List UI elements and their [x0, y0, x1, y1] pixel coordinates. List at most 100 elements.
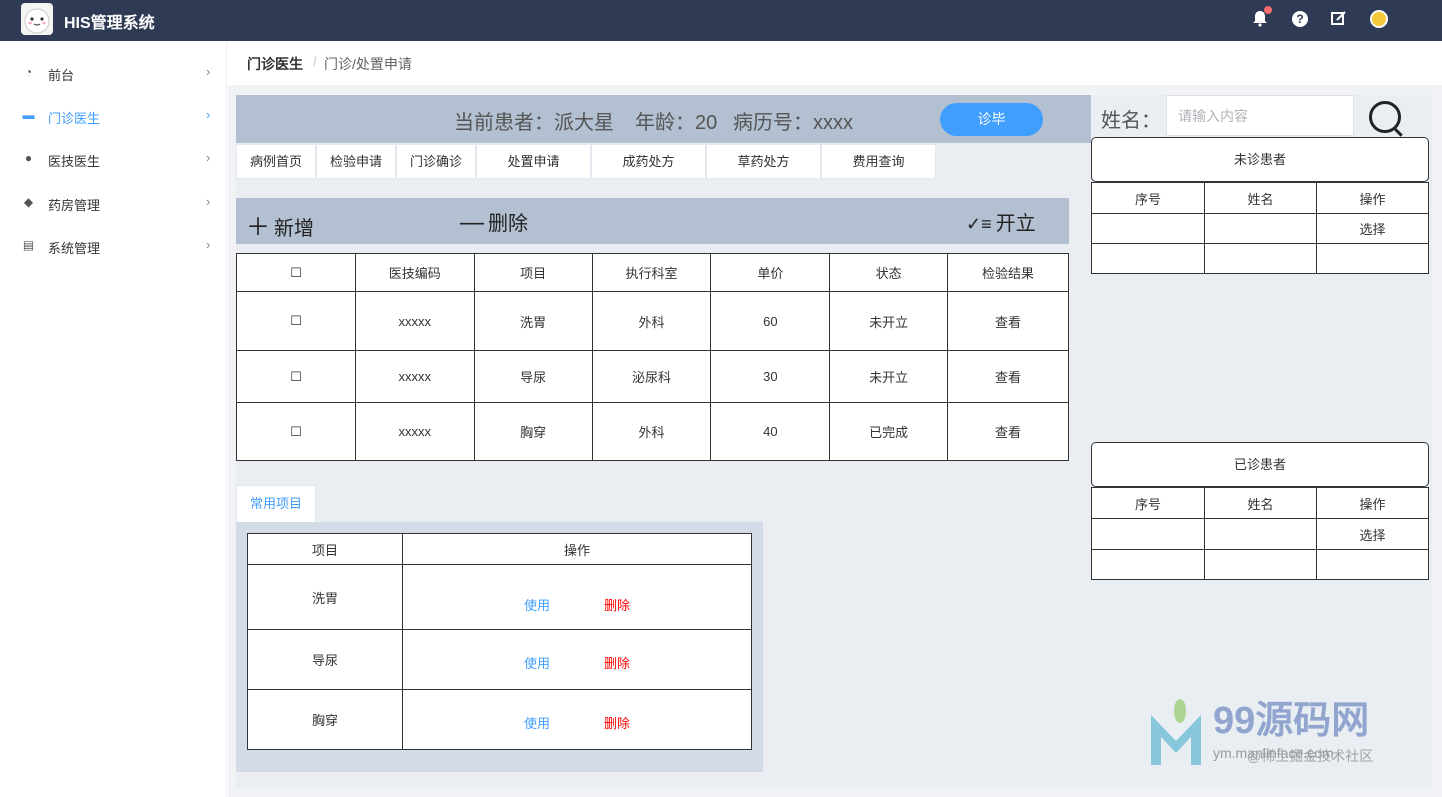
row-checkbox[interactable]: ☐: [236, 350, 356, 403]
select-link[interactable]: 选择: [1316, 213, 1429, 244]
row-checkbox[interactable]: ☐: [236, 291, 356, 351]
sidebar-item-tech-doctor[interactable]: ● 医技医生 ›: [0, 139, 227, 179]
sidebar-item-label: 前台: [48, 68, 75, 83]
table-row: ☐ xxxxx 洗胃 外科 60 未开立 查看: [236, 291, 1069, 351]
remove-link[interactable]: 删除: [604, 656, 630, 671]
table-row: [1091, 243, 1429, 274]
cell-code: xxxxx: [354, 402, 475, 461]
cell-code: xxxxx: [354, 350, 475, 403]
cell-dept: 外科: [591, 291, 712, 351]
use-link[interactable]: 使用: [524, 598, 550, 613]
table-header-row: 项目 操作: [247, 533, 752, 565]
patient-bar: 当前患者：派大星 年龄：20 病历号：xxxx 诊毕: [236, 95, 1091, 143]
search-icon[interactable]: [1369, 101, 1401, 133]
remove-link[interactable]: 删除: [604, 716, 630, 731]
patient-search-panel: 姓名： 未诊患者 序号 姓名 操作 选择 已诊患者 序号: [1091, 95, 1432, 787]
table-row: 导尿 使用 删除: [247, 629, 752, 690]
sidebar-item-outpatient-doctor[interactable]: ▬ 门诊医生 ›: [0, 96, 227, 136]
cell-no: [1091, 243, 1205, 274]
sidebar-item-system[interactable]: ▤ 系统管理 ›: [0, 226, 227, 266]
exam-table: ☐ 医技编码 项目 执行科室 单价 状态 检验结果 ☐ xxxxx 洗胃 外科 …: [236, 253, 1069, 461]
watermark-logo-icon: [1151, 699, 1201, 765]
sidebar-item-pharmacy[interactable]: ◆ 药房管理 ›: [0, 183, 227, 223]
remove-link[interactable]: 删除: [604, 598, 630, 613]
table-header-row: ☐ 医技编码 项目 执行科室 单价 状态 检验结果: [236, 253, 1069, 292]
column-header: 项目: [247, 533, 403, 565]
watermark-brand: 99源码网: [1213, 700, 1370, 742]
name-search-label: 姓名：: [1101, 110, 1161, 132]
delete-button[interactable]: — 删除: [460, 207, 528, 237]
patient-name: 当前患者：派大星: [454, 112, 614, 134]
cell-actions: 使用 删除: [402, 564, 752, 630]
breadcrumb-current: 门诊/处置申请: [324, 56, 412, 72]
plus-icon: ＋: [246, 214, 270, 241]
tab-herbal-prescription[interactable]: 草药处方: [706, 144, 821, 179]
common-items-table: 项目 操作 洗胃 使用 删除 导尿 使用 删除 胸穿 使用 删除: [247, 533, 752, 750]
action-toolbar: ＋新增 — 删除 ✓≡ 开立: [236, 198, 1069, 244]
sidebar-item-label: 药房管理: [48, 198, 101, 213]
edit-icon[interactable]: [1330, 10, 1348, 28]
patient-record-no: 病历号：xxxx: [733, 112, 853, 134]
minus-icon: —: [460, 209, 484, 236]
breadcrumb-separator: /: [313, 54, 317, 69]
cell-price: 40: [710, 402, 831, 461]
table-row: [1091, 549, 1429, 580]
cell-status: 未开立: [829, 291, 949, 351]
use-link[interactable]: 使用: [524, 716, 550, 731]
cell-item: 胸穿: [247, 689, 403, 750]
cell-actions: 使用 删除: [402, 689, 752, 750]
sidebar-item-front-desk[interactable]: ◔ 前台 ›: [0, 53, 227, 93]
done-patients-table: 序号 姓名 操作 选择: [1091, 487, 1429, 580]
tab-patent-prescription[interactable]: 成药处方: [591, 144, 706, 179]
finish-button[interactable]: 诊毕: [940, 103, 1043, 136]
chevron-right-icon: ›: [206, 107, 211, 122]
top-bar: HIS管理系统 ?: [0, 0, 1442, 41]
table-row: 洗胃 使用 删除: [247, 564, 752, 630]
dashboard-icon: ◔: [24, 65, 33, 79]
view-result-link[interactable]: 查看: [947, 291, 1069, 351]
cell-dept: 外科: [591, 402, 712, 461]
name-search-input[interactable]: [1166, 95, 1354, 136]
breadcrumb-root[interactable]: 门诊医生: [247, 54, 303, 74]
tab-diagnosis[interactable]: 门诊确诊: [396, 144, 476, 179]
add-button[interactable]: ＋新增: [246, 207, 314, 242]
column-header: 操作: [402, 533, 752, 565]
chevron-right-icon: ›: [206, 64, 211, 79]
bell-icon[interactable]: [1251, 6, 1272, 28]
cell-actions: 使用 删除: [402, 629, 752, 690]
view-result-link[interactable]: 查看: [947, 350, 1069, 403]
view-result-link[interactable]: 查看: [947, 402, 1069, 461]
chevron-right-icon: ›: [206, 237, 211, 252]
cell-name: [1204, 213, 1317, 244]
cell-no: [1091, 213, 1205, 244]
cell-item: 导尿: [473, 350, 593, 403]
tab-fee-query[interactable]: 费用查询: [821, 144, 936, 179]
select-link[interactable]: 选择: [1316, 518, 1429, 550]
document-icon: ▤: [22, 238, 35, 252]
select-all-checkbox[interactable]: ☐: [236, 253, 356, 292]
tab-common-items[interactable]: 常用项目: [236, 485, 316, 522]
column-header: 检验结果: [947, 253, 1069, 292]
tab-treatment-request[interactable]: 处置申请: [476, 144, 591, 179]
column-header: 序号: [1091, 487, 1205, 519]
row-checkbox[interactable]: ☐: [236, 402, 356, 461]
chevron-right-icon: ›: [206, 194, 211, 209]
checklist-icon: ✓≡: [966, 214, 992, 234]
column-header: 姓名: [1204, 487, 1317, 519]
cell-name: [1204, 243, 1317, 274]
issue-button[interactable]: ✓≡ 开立: [966, 207, 1036, 236]
user-avatar[interactable]: [1370, 10, 1388, 28]
breadcrumb: 门诊医生 / 门诊/处置申请: [228, 41, 1442, 85]
use-link[interactable]: 使用: [524, 656, 550, 671]
table-row: ☐ xxxxx 胸穿 外科 40 已完成 查看: [236, 402, 1069, 461]
tab-case-home[interactable]: 病例首页: [236, 144, 316, 179]
cell-price: 60: [710, 291, 831, 351]
waiting-patients-table: 序号 姓名 操作 选择: [1091, 182, 1429, 274]
watermark: 99源码网 ym.manlinface.com @稀土掘金技术社区: [1147, 689, 1412, 769]
tab-lab-request[interactable]: 检验申请: [316, 144, 396, 179]
help-icon[interactable]: ?: [1292, 11, 1308, 27]
chevron-right-icon: ›: [206, 150, 211, 165]
cell-status: 已完成: [829, 402, 949, 461]
briefcase-icon: ▬: [22, 108, 35, 122]
cell-action: [1316, 549, 1429, 580]
